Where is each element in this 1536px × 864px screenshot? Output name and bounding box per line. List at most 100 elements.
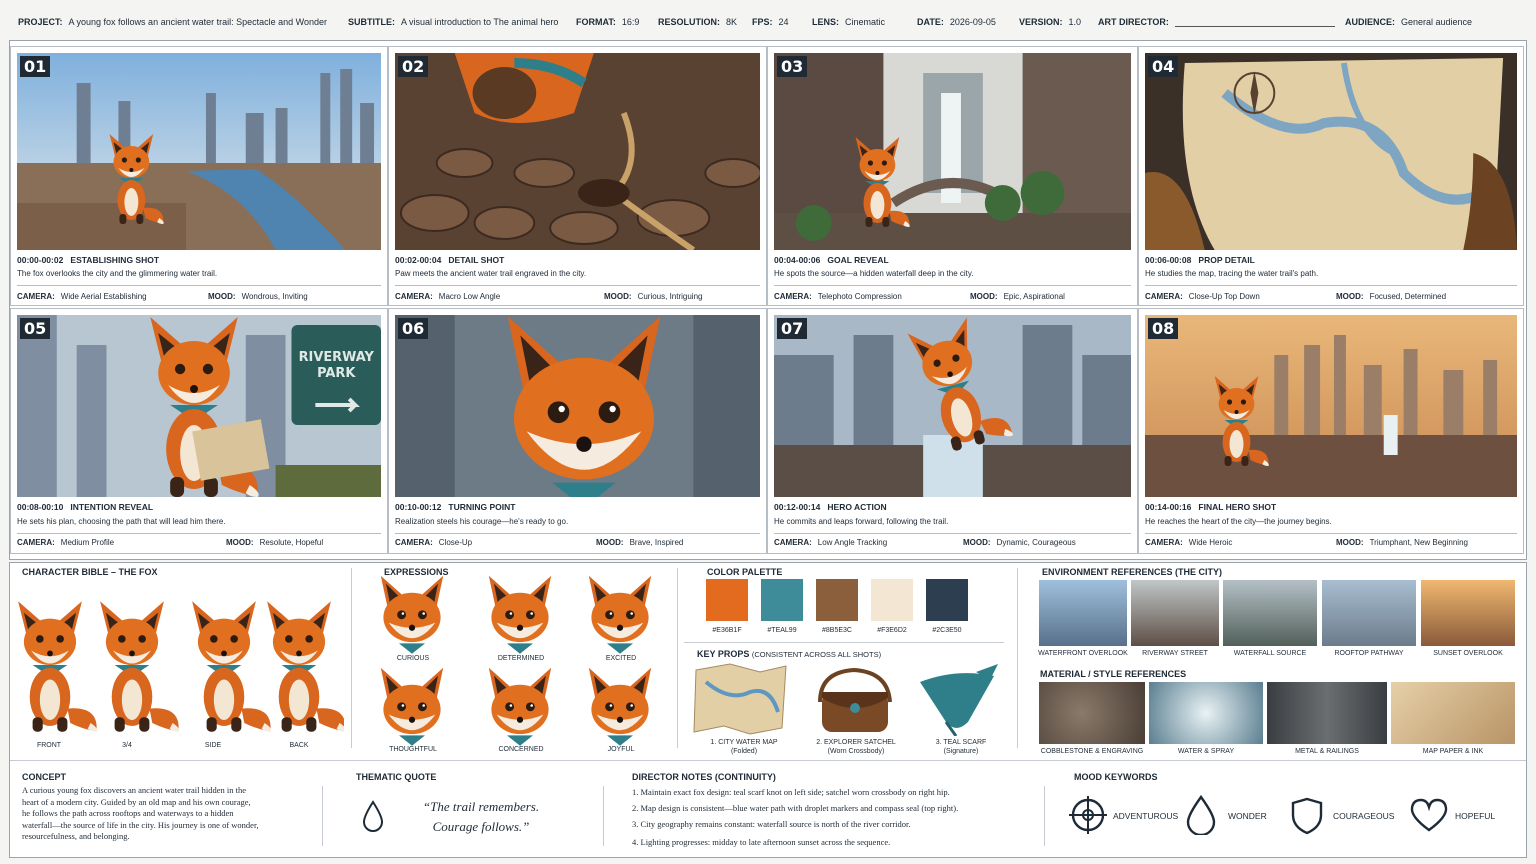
quote-title: THEMATIC QUOTE bbox=[356, 772, 437, 782]
prop-label-scarf: 3. TEAL SCARF (Signature) bbox=[935, 739, 987, 755]
satchel-prop-icon bbox=[818, 667, 892, 732]
material-label: MAP PAPER & INK bbox=[1422, 748, 1484, 755]
director-note: 4. Lighting progresses: midday to late a… bbox=[632, 837, 891, 847]
shot-mood: MOOD: Wondrous, Inviting bbox=[208, 292, 308, 301]
env-thumb-sunset bbox=[1421, 580, 1515, 646]
shot-mood: MOOD: Dynamic, Courageous bbox=[963, 538, 1076, 547]
color-palette-title: COLOR PALETTE bbox=[707, 567, 783, 577]
shot-image-04: 04 bbox=[1145, 53, 1517, 250]
director-note: 2. Map design is consistent—blue water p… bbox=[632, 803, 959, 813]
view-label-side: SIDE bbox=[204, 742, 222, 749]
expression-label: THOUGHTFUL bbox=[389, 746, 437, 753]
material-label: WATER & SPRAY bbox=[1177, 748, 1235, 755]
key-props-images bbox=[693, 663, 998, 736]
shot-panel-03: 03 00:04-00:06 GOAL REVEAL He spots the … bbox=[767, 46, 1138, 306]
mood-keyword-label: WONDER bbox=[1228, 811, 1267, 821]
material-thumb-cobblestone bbox=[1039, 682, 1145, 744]
shot-description: He commits and leaps forward, following … bbox=[774, 517, 949, 526]
color-swatch-label: #2C3E50 bbox=[932, 627, 962, 634]
shot-image-05: RIVERWAY PARK 05 bbox=[17, 315, 381, 497]
key-props-title: KEY PROPS (CONSISTENT ACROSS ALL SHOTS) bbox=[697, 649, 882, 659]
header-resolution: RESOLUTION: 8K bbox=[658, 17, 738, 27]
shot-number: 06 bbox=[398, 318, 429, 339]
header-date: DATE: 2026-09-05 bbox=[917, 17, 996, 27]
color-swatch-label: #E36B1F bbox=[712, 627, 742, 634]
heart-icon bbox=[1410, 798, 1448, 832]
shot-image-02: 02 bbox=[395, 53, 760, 250]
shot-panel-04: 04 00:06-00:08 PROP DETAIL He studies th… bbox=[1138, 46, 1524, 306]
shot-panel-01: 01 00:00-00:02 ESTABLISHING SHOT The fox… bbox=[10, 46, 388, 306]
color-swatch bbox=[871, 579, 913, 621]
shot-panel-07: 07 00:12-00:14 HERO ACTION He commits an… bbox=[767, 308, 1138, 554]
shot-description: Realization steels his courage—he's read… bbox=[395, 517, 569, 526]
shot-title: 00:08-00:10 INTENTION REVEAL bbox=[17, 502, 154, 512]
expression-label: DETERMINED bbox=[497, 655, 545, 662]
signature-line bbox=[1174, 17, 1335, 27]
color-swatch bbox=[706, 579, 748, 621]
map-prop-icon bbox=[693, 663, 787, 735]
compass-icon bbox=[1069, 796, 1107, 834]
shot-image-06: 06 bbox=[395, 315, 760, 497]
shot-description: He studies the map, tracing the water tr… bbox=[1145, 269, 1319, 278]
header-fps: FPS: 24 bbox=[752, 17, 789, 27]
env-thumb-rooftop bbox=[1322, 580, 1416, 646]
materials-title: MATERIAL / STYLE REFERENCES bbox=[1040, 669, 1187, 679]
expression-label: JOYFUL bbox=[607, 746, 635, 753]
shot-mood: MOOD: Brave, Inspired bbox=[596, 538, 684, 547]
color-swatch bbox=[926, 579, 968, 621]
header-audience: AUDIENCE: General audience bbox=[1345, 17, 1473, 27]
mood-keyword-label: HOPEFUL bbox=[1455, 811, 1496, 821]
prop-label-satchel: 2. EXPLORER SATCHEL (Worn Crossbody) bbox=[816, 739, 896, 755]
material-label: COBBLESTONE & ENGRAVING bbox=[1040, 748, 1144, 755]
shot-title: 00:06-00:08 PROP DETAIL bbox=[1145, 255, 1255, 265]
shot-title: 00:02-00:04 DETAIL SHOT bbox=[395, 255, 505, 265]
view-label-front: FRONT bbox=[36, 742, 62, 749]
expression-label: CURIOUS bbox=[396, 655, 430, 662]
env-label: SUNSET OVERLOOK bbox=[1433, 650, 1503, 657]
shot-image-07: 07 bbox=[774, 315, 1131, 497]
material-label: METAL & RAILINGS bbox=[1295, 748, 1359, 755]
shot-title: 00:14-00:16 FINAL HERO SHOT bbox=[1145, 502, 1277, 512]
shot-description: He spots the source—a hidden waterfall d… bbox=[774, 269, 974, 278]
sign-line-2: PARK bbox=[317, 366, 356, 381]
expressions-grid bbox=[380, 575, 652, 746]
shot-mood: MOOD: Triumphant, New Beginning bbox=[1336, 538, 1468, 547]
thematic-quote: “The trail remembers. Courage follows.” bbox=[422, 799, 540, 834]
mood-keywords-title: MOOD KEYWORDS bbox=[1074, 772, 1158, 782]
expression-label: EXCITED bbox=[605, 655, 637, 662]
shot-title: 00:10-00:12 TURNING POINT bbox=[395, 502, 516, 512]
header-version: VERSION: 1.0 bbox=[1019, 17, 1082, 27]
header-project: PROJECT: A young fox follows an ancient w… bbox=[18, 17, 327, 27]
shot-number: 05 bbox=[20, 318, 51, 339]
material-thumb-metal bbox=[1267, 682, 1387, 744]
shot-camera: CAMERA: Wide Heroic bbox=[1145, 538, 1233, 547]
character-turnaround bbox=[18, 601, 344, 732]
mood-keyword-label: COURAGEOUS bbox=[1333, 811, 1395, 821]
shot-image-08: 08 bbox=[1145, 315, 1517, 497]
color-swatch bbox=[761, 579, 803, 621]
shot-camera: CAMERA: Wide Aerial Establishing bbox=[17, 292, 147, 301]
shot-title: 00:00-00:02 ESTABLISHING SHOT bbox=[17, 255, 160, 265]
header-art-director: ART DIRECTOR: bbox=[1098, 17, 1335, 27]
env-label: WATERFALL SOURCE bbox=[1233, 650, 1307, 657]
director-notes-title: DIRECTOR NOTES (CONTINUITY) bbox=[632, 772, 776, 782]
color-swatch bbox=[816, 579, 858, 621]
shot-title: 00:12-00:14 HERO ACTION bbox=[774, 502, 887, 512]
director-note: 1. Maintain exact fox design: teal scarf… bbox=[632, 787, 950, 797]
view-label-back: BACK bbox=[289, 742, 309, 749]
shot-number: 04 bbox=[1148, 56, 1179, 77]
shot-camera: CAMERA: Medium Profile bbox=[17, 538, 115, 547]
material-thumb-water bbox=[1149, 682, 1263, 744]
shot-number: 03 bbox=[777, 56, 808, 77]
droplet-icon bbox=[362, 800, 384, 832]
shot-panel-02: 02 00:02-00:04 DETAIL SHOT Paw meets the… bbox=[388, 46, 767, 306]
mood-keyword-label: ADVENTUROUS bbox=[1113, 811, 1179, 821]
shot-number: 08 bbox=[1148, 318, 1179, 339]
character-bible-title: CHARACTER BIBLE – THE FOX bbox=[22, 567, 158, 577]
shot-number: 07 bbox=[777, 318, 808, 339]
view-label-three-quarter: 3/4 bbox=[122, 742, 132, 749]
environment-title: ENVIRONMENT REFERENCES (THE CITY) bbox=[1042, 567, 1223, 577]
header-lens: LENS: Cinematic bbox=[812, 17, 886, 27]
shot-mood: MOOD: Curious, Intriguing bbox=[604, 292, 703, 301]
header-subtitle: SUBTITLE: A visual introduction to The an… bbox=[348, 17, 559, 27]
